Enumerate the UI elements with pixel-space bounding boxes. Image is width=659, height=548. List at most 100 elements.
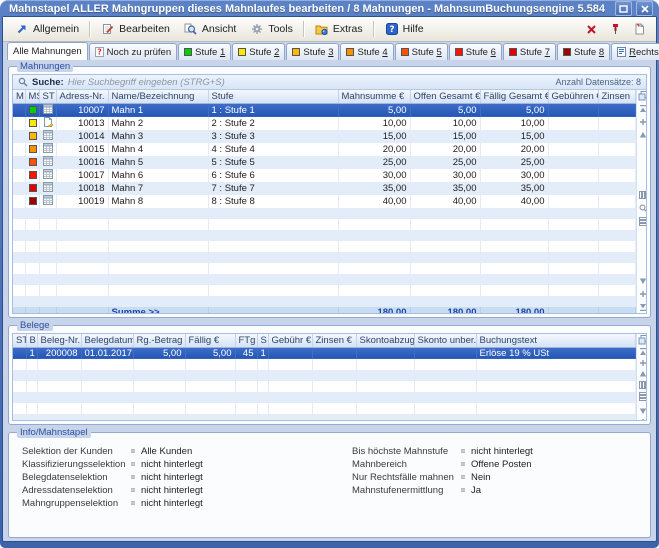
column-header[interactable]: Fällig Gesamt € bbox=[480, 90, 548, 103]
stufe-cell: 5 : Stufe 5 bbox=[208, 156, 338, 169]
top-icon[interactable] bbox=[638, 348, 646, 356]
empty-row bbox=[13, 285, 635, 296]
menu-separator bbox=[303, 21, 305, 37]
beleg-skontoabzug-cell bbox=[356, 347, 414, 359]
up-icon[interactable] bbox=[638, 370, 646, 378]
summe-mahnsumme: 180,00 bbox=[338, 307, 410, 314]
column-header[interactable]: Belegdatum bbox=[81, 334, 133, 347]
column-header[interactable]: Offen Gesamt € bbox=[410, 90, 480, 103]
beleg-row[interactable]: 120000801.01.20175,005,00451Erlöse 19 % … bbox=[13, 347, 635, 359]
down-icon[interactable] bbox=[638, 276, 646, 286]
column-header[interactable]: Buchungstext bbox=[476, 334, 635, 347]
column-header[interactable]: Skonto unber. € bbox=[414, 334, 476, 347]
column-header[interactable]: Mahnsumme € bbox=[338, 90, 410, 103]
menu-item-allgemein[interactable]: Allgemein bbox=[9, 19, 85, 39]
maximize-button[interactable] bbox=[615, 1, 632, 16]
menu-item-bearbeiten[interactable]: Bearbeiten bbox=[95, 19, 176, 39]
menu-item-extras[interactable]: Extras bbox=[309, 19, 369, 39]
info-value: nicht hinterlegt bbox=[141, 497, 203, 510]
column-header[interactable]: B bbox=[26, 334, 37, 347]
mahnung-row[interactable]: 10014Mahn 33 : Stufe 315,0015,0015,00 bbox=[13, 130, 635, 143]
tab-label: Noch zu prüfen bbox=[107, 47, 171, 58]
down-icon[interactable] bbox=[638, 407, 646, 415]
tab-stufe-1[interactable]: Stufe 1 bbox=[178, 43, 231, 60]
close-button[interactable] bbox=[636, 1, 653, 16]
find-icon[interactable] bbox=[638, 203, 646, 213]
plus-icon[interactable] bbox=[638, 289, 646, 299]
tab-rechtsfälle[interactable]: Rechtsfälle bbox=[611, 43, 659, 60]
column-header[interactable]: Gebühren € bbox=[548, 90, 598, 103]
tab-alle-mahnungen[interactable]: Alle Mahnungen bbox=[7, 42, 88, 60]
column-header[interactable]: Rg.-Betrag € bbox=[133, 334, 185, 347]
column-header[interactable]: ST bbox=[39, 90, 56, 103]
rows-icon[interactable] bbox=[638, 216, 646, 226]
column-header[interactable]: Zinsen € bbox=[312, 334, 356, 347]
empty-row bbox=[13, 296, 635, 307]
column-header[interactable]: Zinsen bbox=[598, 90, 635, 103]
name-cell: Mahn 5 bbox=[108, 156, 208, 169]
mahnung-row[interactable]: 10019Mahn 88 : Stufe 840,0040,0040,00 bbox=[13, 195, 635, 208]
column-header[interactable]: Adress-Nr. bbox=[56, 90, 108, 103]
column-header[interactable]: Beleg-Nr. bbox=[37, 334, 81, 347]
mahnung-row[interactable]: 10007Mahn 11 : Stufe 15,005,005,00 bbox=[13, 103, 635, 117]
column-header[interactable]: Name/Bezeichnung bbox=[108, 90, 208, 103]
mahnung-row[interactable]: 10013Mahn 22 : Stufe 210,0010,0010,00 bbox=[13, 117, 635, 130]
note-button[interactable] bbox=[632, 22, 646, 36]
tab-stufe-6[interactable]: Stufe 6 bbox=[449, 43, 502, 60]
tab-label: Stufe 5 bbox=[412, 47, 442, 58]
delete-button[interactable] bbox=[584, 22, 598, 36]
empty-row bbox=[13, 403, 635, 414]
mahnungen-groupbox: Mahnungen Suche: Anzahl Datensätze: 8 MM… bbox=[8, 66, 651, 318]
copy-icon[interactable] bbox=[638, 91, 646, 101]
tab-stufe-7[interactable]: Stufe 7 bbox=[503, 43, 556, 60]
mahnsumme-cell: 20,00 bbox=[338, 143, 410, 156]
top-icon[interactable] bbox=[638, 104, 646, 114]
column-header[interactable]: S bbox=[257, 334, 268, 347]
column-header[interactable]: MS bbox=[25, 90, 39, 103]
tab-stufe-8[interactable]: Stufe 8 bbox=[557, 43, 610, 60]
mahnung-row[interactable]: 10018Mahn 77 : Stufe 735,0035,0035,00 bbox=[13, 182, 635, 195]
tab-stufe-5[interactable]: Stufe 5 bbox=[395, 43, 448, 60]
cols-icon[interactable] bbox=[638, 381, 646, 389]
menu-item-tools[interactable]: Tools bbox=[244, 19, 299, 39]
copy-icon[interactable] bbox=[638, 335, 646, 345]
equals-bullet: = bbox=[455, 458, 471, 471]
column-header[interactable]: M bbox=[13, 90, 25, 103]
stufe-color-icon bbox=[563, 48, 571, 56]
mahnung-row[interactable]: 10016Mahn 55 : Stufe 525,0025,0025,00 bbox=[13, 156, 635, 169]
rows-icon[interactable] bbox=[638, 392, 646, 401]
pin-button[interactable] bbox=[608, 22, 622, 36]
engine-version: Buchungsengine 5.584 bbox=[485, 3, 605, 15]
search-input[interactable] bbox=[68, 77, 552, 88]
equals-bullet: = bbox=[125, 471, 141, 484]
plus-icon[interactable] bbox=[638, 418, 646, 420]
info-label: Nur Rechtsfälle mahnen bbox=[352, 471, 455, 484]
plus-icon[interactable] bbox=[638, 359, 646, 367]
tab-stufe-3[interactable]: Stufe 3 bbox=[286, 43, 339, 60]
cols-icon[interactable] bbox=[638, 190, 646, 200]
column-header[interactable]: FTg bbox=[235, 334, 257, 347]
mahnung-row[interactable]: 10017Mahn 66 : Stufe 630,0030,0030,00 bbox=[13, 169, 635, 182]
empty-row bbox=[13, 392, 635, 403]
tab-stufe-2[interactable]: Stufe 2 bbox=[232, 43, 285, 60]
rechtsfaelle-icon bbox=[617, 47, 626, 57]
menu-item-ansicht[interactable]: Ansicht bbox=[178, 19, 242, 39]
mahnung-row[interactable]: 10015Mahn 44 : Stufe 420,0020,0020,00 bbox=[13, 143, 635, 156]
column-header[interactable]: Gebühr € bbox=[268, 334, 312, 347]
column-header[interactable]: Skontoabzug € bbox=[356, 334, 414, 347]
up-icon[interactable] bbox=[638, 130, 646, 140]
menu-item-hilfe[interactable]: ?Hilfe bbox=[379, 19, 430, 39]
column-header[interactable]: ST bbox=[13, 334, 26, 347]
offen-cell: 25,00 bbox=[410, 156, 480, 169]
mahnstufe-color-icon bbox=[29, 197, 37, 205]
menu-item-label: Hilfe bbox=[403, 23, 424, 35]
column-header[interactable]: Stufe bbox=[208, 90, 338, 103]
question-icon: ? bbox=[95, 47, 104, 57]
bottom-icon[interactable] bbox=[638, 302, 646, 312]
offen-cell: 30,00 bbox=[410, 169, 480, 182]
tab-noch-zu-prüfen[interactable]: ?Noch zu prüfen bbox=[89, 43, 177, 60]
titlebar[interactable]: Mahnstapel ALLER Mahngruppen dieses Mahn… bbox=[3, 0, 656, 17]
column-header[interactable]: Fällig € bbox=[185, 334, 235, 347]
tab-stufe-4[interactable]: Stufe 4 bbox=[340, 43, 393, 60]
plus-icon[interactable] bbox=[638, 117, 646, 127]
